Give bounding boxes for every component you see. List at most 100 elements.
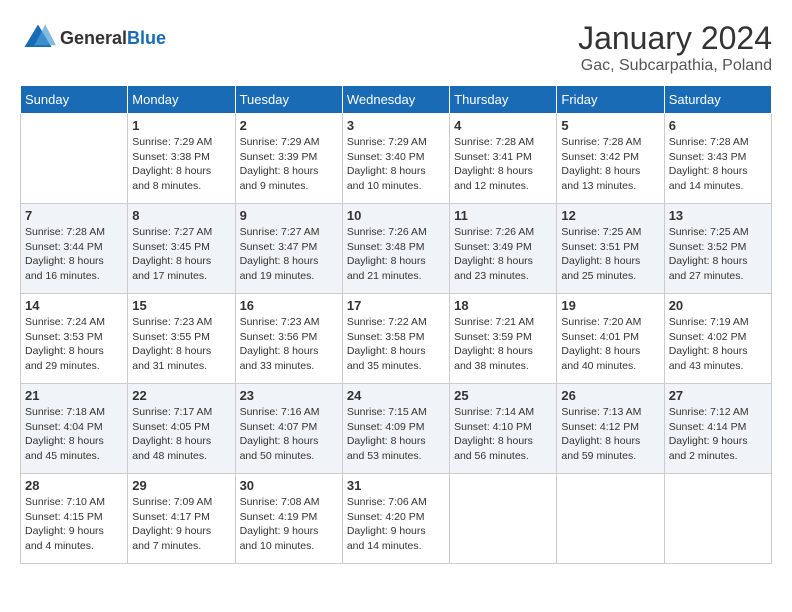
day-number: 2 <box>240 118 338 133</box>
day-info: Sunrise: 7:08 AM Sunset: 4:19 PM Dayligh… <box>240 495 338 554</box>
calendar-cell: 29Sunrise: 7:09 AM Sunset: 4:17 PM Dayli… <box>128 474 235 564</box>
day-number: 24 <box>347 388 445 403</box>
calendar-cell: 6 Sunrise: 7:28 AM Sunset: 3:43 PM Daylig… <box>664 114 771 204</box>
day-info: Sunrise: 7:28 AM Sunset: 3:42 PM Dayligh… <box>561 135 659 194</box>
day-info: Sunrise: 7:25 AM Sunset: 3:51 PM Dayligh… <box>561 225 659 284</box>
day-number: 23 <box>240 388 338 403</box>
day-number: 10 <box>347 208 445 223</box>
page-subtitle: Gac, Subcarpathia, Poland <box>578 57 772 75</box>
day-info: Sunrise: 7:23 AM Sunset: 3:55 PM Dayligh… <box>132 315 230 374</box>
logo-general: General <box>60 28 127 49</box>
calendar-cell: 27Sunrise: 7:12 AM Sunset: 4:14 PM Dayli… <box>664 384 771 474</box>
calendar-cell: 3 Sunrise: 7:29 AM Sunset: 3:40 PM Daylig… <box>342 114 449 204</box>
calendar-cell <box>557 474 664 564</box>
day-info: Sunrise: 7:27 AM Sunset: 3:45 PM Dayligh… <box>132 225 230 284</box>
day-number: 26 <box>561 388 659 403</box>
calendar-cell: 1 Sunrise: 7:29 AM Sunset: 3:38 PM Daylig… <box>128 114 235 204</box>
day-number: 7 <box>25 208 123 223</box>
day-number: 22 <box>132 388 230 403</box>
day-number: 21 <box>25 388 123 403</box>
day-number: 6 <box>669 118 767 133</box>
logo: General Blue <box>20 20 166 56</box>
calendar-cell: 28 Sunrise: 7:10 AM Sunset: 4:15 PM Dayli… <box>21 474 128 564</box>
page-header: General Blue January 2024 Gac, Subcarpat… <box>20 20 772 75</box>
day-number: 25 <box>454 388 552 403</box>
day-info: Sunrise: 7:29 AM Sunset: 3:38 PM Dayligh… <box>132 135 230 194</box>
calendar-cell: 21 Sunrise: 7:18 AM Sunset: 4:04 PM Dayli… <box>21 384 128 474</box>
day-number: 31 <box>347 478 445 493</box>
day-number: 29 <box>132 478 230 493</box>
day-info: Sunrise: 7:13 AM Sunset: 4:12 PM Dayligh… <box>561 405 659 464</box>
day-info: Sunrise: 7:28 AM Sunset: 3:43 PM Dayligh… <box>669 135 767 194</box>
logo-blue: Blue <box>127 28 166 49</box>
calendar-cell: 30 Sunrise: 7:08 AM Sunset: 4:19 PM Dayli… <box>235 474 342 564</box>
day-number: 28 <box>25 478 123 493</box>
day-number: 12 <box>561 208 659 223</box>
calendar-cell: 15 Sunrise: 7:23 AM Sunset: 3:55 PM Dayli… <box>128 294 235 384</box>
day-info: Sunrise: 7:14 AM Sunset: 4:10 PM Dayligh… <box>454 405 552 464</box>
calendar-cell: 14Sunrise: 7:24 AM Sunset: 3:53 PM Dayli… <box>21 294 128 384</box>
day-info: Sunrise: 7:12 AM Sunset: 4:14 PM Dayligh… <box>669 405 767 464</box>
calendar-cell <box>450 474 557 564</box>
day-number: 5 <box>561 118 659 133</box>
day-number: 3 <box>347 118 445 133</box>
day-info: Sunrise: 7:22 AM Sunset: 3:58 PM Dayligh… <box>347 315 445 374</box>
day-info: Sunrise: 7:20 AM Sunset: 4:01 PM Dayligh… <box>561 315 659 374</box>
day-info: Sunrise: 7:17 AM Sunset: 4:05 PM Dayligh… <box>132 405 230 464</box>
calendar-cell: 7 Sunrise: 7:28 AM Sunset: 3:44 PM Daylig… <box>21 204 128 294</box>
calendar-cell: 19 Sunrise: 7:20 AM Sunset: 4:01 PM Dayli… <box>557 294 664 384</box>
calendar-day-header: Monday <box>128 86 235 114</box>
day-number: 1 <box>132 118 230 133</box>
day-number: 8 <box>132 208 230 223</box>
calendar-cell: 17 Sunrise: 7:22 AM Sunset: 3:58 PM Dayli… <box>342 294 449 384</box>
day-info: Sunrise: 7:10 AM Sunset: 4:15 PM Dayligh… <box>25 495 123 554</box>
day-info: Sunrise: 7:26 AM Sunset: 3:49 PM Dayligh… <box>454 225 552 284</box>
calendar-cell: 23 Sunrise: 7:16 AM Sunset: 4:07 PM Dayli… <box>235 384 342 474</box>
day-number: 4 <box>454 118 552 133</box>
calendar-cell: 25 Sunrise: 7:14 AM Sunset: 4:10 PM Dayli… <box>450 384 557 474</box>
calendar-cell: 2 Sunrise: 7:29 AM Sunset: 3:39 PM Daylig… <box>235 114 342 204</box>
day-info: Sunrise: 7:21 AM Sunset: 3:59 PM Dayligh… <box>454 315 552 374</box>
day-number: 30 <box>240 478 338 493</box>
day-info: Sunrise: 7:15 AM Sunset: 4:09 PM Dayligh… <box>347 405 445 464</box>
calendar-cell <box>664 474 771 564</box>
calendar-cell: 12 Sunrise: 7:25 AM Sunset: 3:51 PM Dayli… <box>557 204 664 294</box>
calendar-week-row: 14Sunrise: 7:24 AM Sunset: 3:53 PM Dayli… <box>21 294 772 384</box>
calendar-cell: 10 Sunrise: 7:26 AM Sunset: 3:48 PM Dayli… <box>342 204 449 294</box>
day-info: Sunrise: 7:28 AM Sunset: 3:44 PM Dayligh… <box>25 225 123 284</box>
day-info: Sunrise: 7:06 AM Sunset: 4:20 PM Dayligh… <box>347 495 445 554</box>
calendar-cell: 26 Sunrise: 7:13 AM Sunset: 4:12 PM Dayli… <box>557 384 664 474</box>
day-info: Sunrise: 7:25 AM Sunset: 3:52 PM Dayligh… <box>669 225 767 284</box>
day-number: 19 <box>561 298 659 313</box>
page-title: January 2024 <box>578 20 772 57</box>
title-block: January 2024 Gac, Subcarpathia, Poland <box>578 20 772 75</box>
calendar-cell: 20Sunrise: 7:19 AM Sunset: 4:02 PM Dayli… <box>664 294 771 384</box>
day-number: 20 <box>669 298 767 313</box>
day-info: Sunrise: 7:29 AM Sunset: 3:39 PM Dayligh… <box>240 135 338 194</box>
calendar-day-header: Tuesday <box>235 86 342 114</box>
calendar-day-header: Saturday <box>664 86 771 114</box>
calendar-cell: 18 Sunrise: 7:21 AM Sunset: 3:59 PM Dayli… <box>450 294 557 384</box>
day-info: Sunrise: 7:27 AM Sunset: 3:47 PM Dayligh… <box>240 225 338 284</box>
calendar-day-header: Sunday <box>21 86 128 114</box>
day-number: 15 <box>132 298 230 313</box>
calendar-day-header: Wednesday <box>342 86 449 114</box>
day-number: 17 <box>347 298 445 313</box>
day-info: Sunrise: 7:23 AM Sunset: 3:56 PM Dayligh… <box>240 315 338 374</box>
calendar-table: SundayMondayTuesdayWednesdayThursdayFrid… <box>20 85 772 564</box>
calendar-cell: 11Sunrise: 7:26 AM Sunset: 3:49 PM Dayli… <box>450 204 557 294</box>
day-info: Sunrise: 7:16 AM Sunset: 4:07 PM Dayligh… <box>240 405 338 464</box>
calendar-cell: 8 Sunrise: 7:27 AM Sunset: 3:45 PM Daylig… <box>128 204 235 294</box>
day-info: Sunrise: 7:29 AM Sunset: 3:40 PM Dayligh… <box>347 135 445 194</box>
day-number: 18 <box>454 298 552 313</box>
calendar-week-row: 21 Sunrise: 7:18 AM Sunset: 4:04 PM Dayli… <box>21 384 772 474</box>
day-info: Sunrise: 7:26 AM Sunset: 3:48 PM Dayligh… <box>347 225 445 284</box>
calendar-day-header: Thursday <box>450 86 557 114</box>
calendar-header-row: SundayMondayTuesdayWednesdayThursdayFrid… <box>21 86 772 114</box>
day-number: 13 <box>669 208 767 223</box>
day-info: Sunrise: 7:24 AM Sunset: 3:53 PM Dayligh… <box>25 315 123 374</box>
day-number: 16 <box>240 298 338 313</box>
day-info: Sunrise: 7:28 AM Sunset: 3:41 PM Dayligh… <box>454 135 552 194</box>
day-info: Sunrise: 7:18 AM Sunset: 4:04 PM Dayligh… <box>25 405 123 464</box>
calendar-week-row: 1 Sunrise: 7:29 AM Sunset: 3:38 PM Daylig… <box>21 114 772 204</box>
